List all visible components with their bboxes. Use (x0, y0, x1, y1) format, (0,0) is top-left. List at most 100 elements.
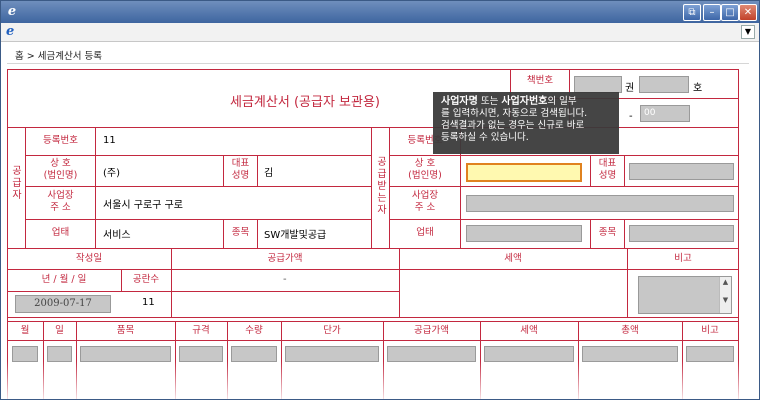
border-line (389, 155, 739, 156)
breadcrumb-home[interactable]: 홈 (15, 51, 24, 62)
item-name-input[interactable] (80, 346, 171, 362)
item-qty-input[interactable] (231, 346, 277, 362)
border-line (25, 219, 372, 220)
book-number-label: 책번호 (526, 75, 554, 86)
supplier-reg-value: 11 (103, 135, 116, 146)
tooltip-text-1: 또는 (477, 96, 502, 107)
scroll-down-icon[interactable]: ▼ (719, 295, 731, 313)
scroll-up-icon[interactable]: ▲ (719, 277, 731, 295)
date-input[interactable]: 2009-07-17 (15, 295, 111, 313)
breadcrumb: 홈 > 세금계산서 등록 (15, 48, 102, 62)
supplier-address-label: 사업장 주 소 (47, 190, 74, 213)
receiver-address-label: 사업장 주 소 (411, 190, 439, 213)
supplier-section-label: 공급자 (12, 166, 22, 201)
border-line (7, 340, 739, 341)
supplier-reg-label: 등록번호 (43, 135, 78, 146)
minimize-button[interactable]: – (703, 4, 721, 21)
border-line (257, 219, 258, 248)
item-tax-input[interactable] (484, 346, 574, 362)
item-supply-amount-input[interactable] (387, 346, 476, 362)
receiver-item-label: 종목 (598, 227, 617, 238)
item-spec-input[interactable] (179, 346, 223, 362)
supplier-item-value: SW개발및공급 (264, 230, 327, 241)
receiver-rep-input[interactable] (629, 163, 734, 180)
page-icon: e (6, 24, 15, 39)
blank-count-label: 공란수 (132, 274, 160, 285)
border-line (389, 186, 739, 187)
items-header-qty: 수량 (245, 325, 263, 336)
book-volume-input[interactable] (574, 76, 622, 93)
receiver-address-input[interactable] (466, 195, 734, 212)
items-header-day: 일 (55, 325, 64, 336)
border-line (371, 127, 372, 248)
receiver-item-input[interactable] (629, 225, 734, 242)
receiver-type-input[interactable] (466, 225, 582, 242)
supply-amount-dash: - (283, 274, 287, 285)
border-line (7, 248, 739, 249)
supplier-type-value: 서비스 (103, 230, 131, 241)
supplier-name-label: 상 호 (법인명) (43, 158, 78, 181)
border-line (738, 69, 739, 399)
serial-input[interactable]: 00 (640, 105, 690, 122)
border-line (7, 69, 739, 70)
supplier-address-value: 서울시 구로구 구로 (103, 200, 183, 211)
items-header-note: 비고 (701, 325, 719, 336)
tooltip-bold-2: 사업자번호 (501, 96, 548, 107)
book-volume-unit: 권 (625, 83, 635, 94)
supplier-item-label: 종목 (231, 227, 250, 238)
border-line (7, 317, 739, 318)
border-line (624, 155, 625, 186)
search-hint-tooltip: 사업자명 또는 사업자번호의 일부 를 입력하시면, 자동으로 검색됩니다. 검… (433, 92, 619, 154)
receiver-name-input[interactable] (466, 163, 582, 182)
border-line (7, 269, 739, 270)
items-header-spec: 규격 (192, 325, 210, 336)
note-header: 비고 (674, 253, 692, 264)
ymd-label: 년 / 월 / 일 (41, 274, 87, 285)
close-button[interactable]: ✕ (739, 4, 757, 21)
book-number-input[interactable] (639, 76, 689, 93)
receiver-name-label: 상 호 (법인명) (408, 158, 442, 181)
item-day-input[interactable] (47, 346, 72, 362)
tax-invoice-form: 세금계산서 (공급자 보관용) 책번호 권 호 - 00 공급자 공급받는자 등… (7, 69, 741, 399)
address-bar: e ▼ (1, 23, 759, 42)
address-dropdown-button[interactable]: ▼ (741, 25, 755, 39)
border-line (624, 219, 625, 248)
breadcrumb-current: 세금계산서 등록 (37, 51, 102, 62)
supply-amount-header: 공급가액 (267, 253, 303, 264)
border-line (7, 291, 399, 292)
border-line (7, 69, 8, 399)
items-header-month: 월 (20, 325, 30, 336)
supplier-name-value: (주) (103, 168, 121, 179)
note-textarea[interactable]: ▲ ▼ (638, 276, 732, 314)
supplier-rep-value: 김 (264, 168, 274, 179)
item-note-input[interactable] (686, 346, 734, 362)
ie-logo-icon: e (7, 4, 17, 19)
tax-header: 세액 (504, 253, 522, 264)
breadcrumb-separator: > (26, 51, 35, 62)
border-line (389, 219, 739, 220)
items-header-total: 총액 (621, 325, 639, 336)
book-number-unit: 호 (693, 83, 703, 94)
receiver-section-label: 공급받는자 (377, 157, 387, 216)
supplier-rep-label: 대표 성명 (231, 158, 250, 181)
receiver-rep-label: 대표 성명 (598, 158, 617, 181)
item-unit-price-input[interactable] (285, 346, 379, 362)
item-month-input[interactable] (12, 346, 38, 362)
blank-count-value: 11 (142, 297, 155, 308)
form-title: 세금계산서 (공급자 보관용) (230, 95, 380, 110)
items-header-supply-amount: 공급가액 (414, 325, 449, 336)
items-header-tax: 세액 (520, 325, 538, 336)
maximize-button[interactable]: □ (721, 4, 739, 21)
serial-dash: - (629, 111, 633, 122)
receiver-type-label: 업태 (416, 227, 434, 238)
border-line (7, 127, 739, 128)
items-header-item: 품목 (116, 325, 135, 336)
items-header-unit-price: 단가 (323, 325, 341, 336)
tooltip-bold-1: 사업자명 (441, 96, 478, 107)
restore-button[interactable]: ⧉ (683, 4, 701, 21)
supplier-type-label: 업태 (51, 227, 70, 238)
divider (7, 63, 749, 64)
tooltip-line-4: 등록하실 수 있습니다. (441, 132, 529, 143)
item-total-input[interactable] (582, 346, 678, 362)
border-line (257, 155, 258, 186)
